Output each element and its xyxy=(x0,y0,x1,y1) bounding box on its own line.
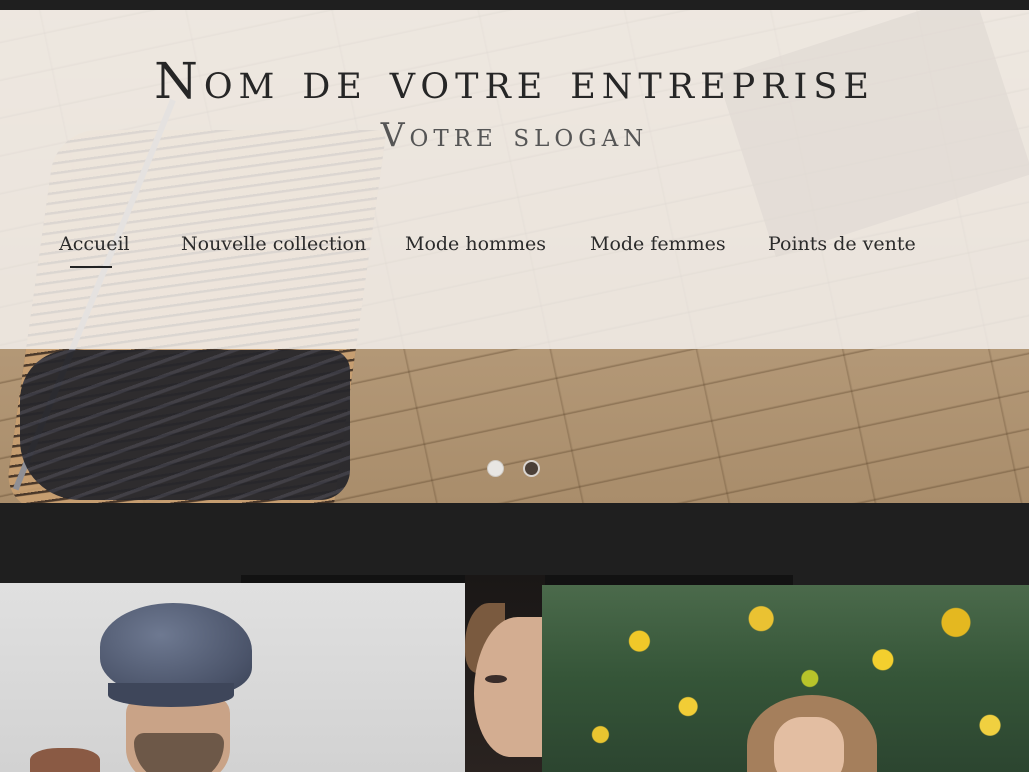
man-cap xyxy=(100,603,252,695)
nav-item-mode-hommes[interactable]: Mode hommes xyxy=(405,233,546,255)
gallery-image-man[interactable] xyxy=(0,583,465,772)
nature-woman-face xyxy=(774,717,844,772)
gallery xyxy=(0,575,1029,772)
gallery-image-woman-dark[interactable] xyxy=(465,575,554,772)
company-slogan: Votre slogan xyxy=(380,115,649,154)
top-strip xyxy=(0,0,1029,10)
man-shoulder xyxy=(30,748,100,772)
header-overlay: Nom de votre entreprise Votre slogan Acc… xyxy=(0,10,1029,349)
page: Nom de votre entreprise Votre slogan Acc… xyxy=(0,0,1029,772)
nav-item-mode-femmes[interactable]: Mode femmes xyxy=(590,233,726,255)
nav-item-points-de-vente[interactable]: Points de vente xyxy=(768,233,916,255)
man-beard xyxy=(134,733,224,772)
man-cap-brim xyxy=(108,683,234,707)
hero-hanging-clothes xyxy=(20,350,350,500)
slider-dot-2[interactable] xyxy=(523,460,540,477)
nav-item-nouvelle-collection[interactable]: Nouvelle collection xyxy=(181,233,366,255)
slider-dot-1[interactable] xyxy=(487,460,504,477)
woman-eye xyxy=(485,675,507,683)
nav-item-accueil[interactable]: Accueil xyxy=(59,233,130,268)
company-name: Nom de votre entreprise xyxy=(154,52,875,110)
hero-banner: Nom de votre entreprise Votre slogan Acc… xyxy=(0,10,1029,503)
main-navigation: Accueil Nouvelle collection Mode hommes … xyxy=(0,233,1029,273)
gallery-image-woman-nature[interactable] xyxy=(542,585,1029,772)
